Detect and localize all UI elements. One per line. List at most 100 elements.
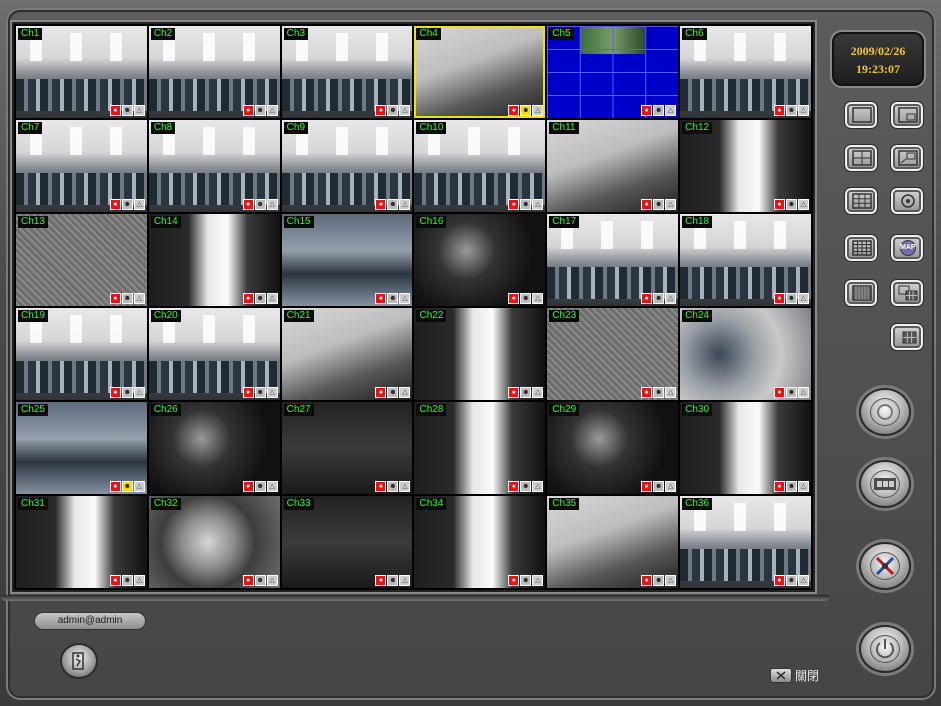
camera-tile[interactable]: Ch11 ● ☻ △: [547, 120, 679, 212]
camera-tile[interactable]: Ch30 ● ☻ △: [680, 402, 811, 494]
layout-1-icon: [852, 107, 872, 123]
camera-tile[interactable]: Ch5 ● ☻ △: [547, 26, 679, 118]
camera-label: Ch36: [682, 498, 713, 510]
camera-tile[interactable]: Ch19 ● ☻ △: [16, 308, 147, 400]
camera-tile[interactable]: Ch36 ● ☻ △: [680, 496, 811, 588]
layout-36-icon: [852, 285, 872, 301]
record-icon: ●: [242, 481, 254, 492]
camera-status-icons: ● ☻ △: [508, 199, 544, 210]
camera-tile[interactable]: Ch8 ● ☻ △: [148, 120, 280, 212]
camera-tile[interactable]: Ch18 ● ☻ △: [680, 214, 811, 306]
camera-label: Ch23: [549, 310, 580, 322]
camera-tile[interactable]: Ch3 ● ☻ △: [281, 26, 413, 118]
record-icon: ●: [773, 575, 785, 586]
close-control[interactable]: 關閉: [770, 666, 819, 684]
camera-status-icons: ● ☻ △: [508, 481, 544, 492]
camera-tile[interactable]: Ch34 ● ☻ △: [414, 496, 546, 588]
sequence-button[interactable]: [890, 187, 924, 215]
camera-status-icons: ● ☻ △: [773, 199, 809, 210]
alarm-icon: △: [399, 293, 411, 304]
alarm-icon: △: [133, 293, 145, 304]
motion-icon: ☻: [653, 199, 665, 210]
camera-tile[interactable]: Ch15 ● ☻ △: [281, 214, 413, 306]
camera-tile[interactable]: Ch33 ● ☻ △: [281, 496, 413, 588]
record-icon: ●: [641, 387, 653, 398]
layout-9-button[interactable]: [844, 187, 878, 215]
playback-button[interactable]: [859, 460, 911, 508]
record-icon: ●: [375, 387, 387, 398]
alarm-icon: △: [399, 481, 411, 492]
close-label: 關閉: [795, 668, 820, 683]
power-button[interactable]: [859, 625, 911, 673]
layout-16-icon: [852, 240, 872, 256]
camera-tile[interactable]: Ch16 ● ☻ △: [414, 214, 546, 306]
camera-status-icons: ● ☻ △: [508, 293, 544, 304]
record-icon: ●: [508, 387, 520, 398]
motion-icon: ☻: [520, 387, 532, 398]
live-view-button[interactable]: [859, 388, 911, 436]
camera-tile[interactable]: Ch21 ● ☻ △: [281, 308, 413, 400]
settings-button[interactable]: [859, 542, 911, 590]
camera-tile[interactable]: Ch22 ● ☻ △: [414, 308, 546, 400]
camera-tile[interactable]: Ch28 ● ☻ △: [414, 402, 546, 494]
layout-16-button[interactable]: [844, 234, 878, 262]
camera-tile[interactable]: Ch6 ● ☻ △: [680, 26, 811, 118]
motion-icon: ☻: [254, 293, 266, 304]
camera-label: Ch18: [682, 216, 713, 228]
camera-tile[interactable]: Ch14 ● ☻ △: [148, 214, 280, 306]
camera-tile[interactable]: Ch31 ● ☻ △: [16, 496, 147, 588]
camera-status-icons: ● ☻ △: [375, 199, 411, 210]
camera-status-icons: ● ☻ △: [375, 481, 411, 492]
camera-tile[interactable]: Ch4 ● ☻ △: [414, 26, 546, 118]
camera-label: Ch24: [682, 310, 713, 322]
user-account-label: admin@admin: [34, 612, 146, 630]
layout-1-button[interactable]: [844, 101, 878, 129]
camera-status-icons: ● ☻ △: [109, 481, 145, 492]
layout-pip-button[interactable]: [890, 101, 924, 129]
camera-tile[interactable]: Ch17 ● ☻ △: [547, 214, 679, 306]
alarm-icon: △: [532, 575, 544, 586]
alarm-icon: △: [532, 105, 544, 116]
map-button[interactable]: MAP: [890, 234, 924, 262]
camera-tile[interactable]: Ch10 ● ☻ △: [414, 120, 546, 212]
camera-label: Ch13: [18, 216, 48, 228]
camera-tile[interactable]: Ch32 ● ☻ △: [148, 496, 280, 588]
camera-tile[interactable]: Ch7 ● ☻ △: [16, 120, 147, 212]
camera-status-icons: ● ☻ △: [109, 293, 145, 304]
record-icon: ●: [242, 105, 254, 116]
motion-icon: ☻: [520, 575, 532, 586]
motion-icon: ☻: [121, 387, 133, 398]
alarm-icon: △: [266, 575, 278, 586]
alarm-icon: △: [797, 199, 809, 210]
layout-4-button[interactable]: [844, 144, 878, 172]
camera-tile[interactable]: Ch24 ● ☻ △: [680, 308, 811, 400]
camera-tile[interactable]: Ch23 ● ☻ △: [547, 308, 679, 400]
layout-pip-icon: [898, 107, 918, 123]
record-icon: ●: [109, 293, 121, 304]
camera-tile[interactable]: Ch12 ● ☻ △: [680, 120, 811, 212]
camera-tile[interactable]: Ch35 ● ☻ △: [547, 496, 679, 588]
camera-tile[interactable]: Ch27 ● ☻ △: [281, 402, 413, 494]
layout-pip2-button[interactable]: [890, 144, 924, 172]
alarm-icon: △: [399, 199, 411, 210]
camera-tile[interactable]: Ch25 ● ☻ △: [16, 402, 147, 494]
camera-label: Ch1: [18, 28, 43, 40]
power-icon: [876, 639, 894, 659]
camera-label: Ch35: [549, 498, 580, 510]
camera-status-icons: ● ☻ △: [242, 481, 278, 492]
camera-tile[interactable]: Ch29 ● ☻ △: [547, 402, 679, 494]
record-icon: ●: [375, 105, 387, 116]
camera-tile[interactable]: Ch9 ● ☻ △: [281, 120, 413, 212]
camera-tile[interactable]: Ch20 ● ☻ △: [148, 308, 280, 400]
camera-tile[interactable]: Ch26 ● ☻ △: [148, 402, 280, 494]
camera-label: Ch31: [18, 498, 48, 510]
layout-36-button[interactable]: [844, 279, 878, 307]
record-icon: ●: [508, 199, 520, 210]
camera-tile[interactable]: Ch2 ● ☻ △: [148, 26, 280, 118]
layout-13-button[interactable]: [890, 279, 924, 307]
camera-status-icons: ● ☻ △: [641, 293, 677, 304]
layout-10-button[interactable]: [890, 323, 924, 351]
camera-tile[interactable]: Ch1 ● ☻ △: [16, 26, 147, 118]
camera-tile[interactable]: Ch13 ● ☻ △: [16, 214, 147, 306]
logout-button[interactable]: [60, 643, 98, 679]
